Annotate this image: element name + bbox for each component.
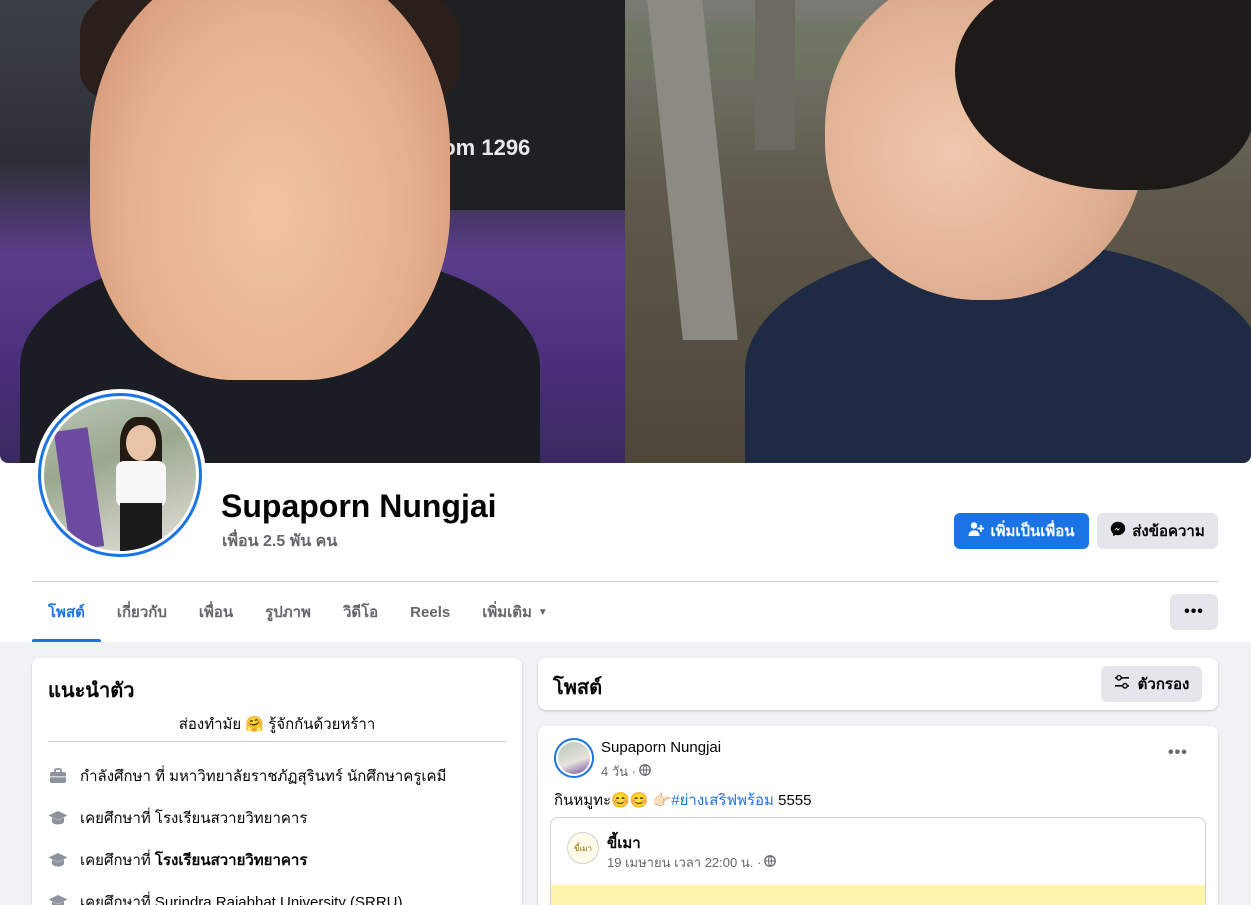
- intro-item-education: เคยศึกษาที่ โรงเรียนสวายวิทยาคาร: [48, 806, 307, 830]
- profile-tabs: โพสต์ เกี่ยวกับ เพื่อน รูปภาพ วิดีโอ Ree…: [32, 582, 564, 642]
- posts-title: โพสต์: [553, 677, 603, 699]
- tab-photos[interactable]: รูปภาพ: [249, 582, 327, 642]
- graduation-cap-icon: [48, 892, 68, 905]
- filter-icon: [1114, 674, 1130, 694]
- intro-bio: ส่องทำมัย 🤗 รู้จักกันด้วยหร้าา: [178, 716, 376, 733]
- more-dots-icon: •••: [1184, 603, 1204, 620]
- shared-page-avatar[interactable]: ขี้เมา: [567, 832, 599, 864]
- posts-header-card: โพสต์ ตัวกรอง: [538, 658, 1218, 710]
- globe-icon: [764, 855, 777, 870]
- school-link[interactable]: Surindra Rajabhat University (SRRU): [155, 894, 403, 905]
- message-label: ส่งข้อความ: [1132, 523, 1205, 540]
- profile-header: com 1296 Supaporn Nungjai เพื่อน 2.5 พัน…: [0, 0, 1251, 642]
- shared-post[interactable]: ขี้เมา ขี้เมา 19 เมษายน เวลา 22:00 น. ·: [550, 817, 1206, 905]
- filter-button[interactable]: ตัวกรอง: [1101, 666, 1202, 702]
- intro-divider: [48, 741, 506, 742]
- briefcase-icon: [48, 766, 68, 786]
- intro-item-work: กำลังศึกษา ที่ มหาวิทยาลัยราชภัฏสุรินทร์…: [48, 764, 446, 788]
- messenger-icon: [1110, 521, 1126, 541]
- cover-photo[interactable]: com 1296: [0, 0, 1251, 463]
- add-friend-label: เพิ่มเป็นเพื่อน: [990, 523, 1075, 540]
- message-button[interactable]: ส่งข้อความ: [1097, 513, 1218, 549]
- intro-item-education: เคยศึกษาที่ โรงเรียนสวายวิทยาคาร: [48, 848, 307, 872]
- globe-icon: [639, 764, 651, 779]
- shared-post-image[interactable]: [551, 885, 1205, 905]
- profile-avatar[interactable]: [34, 389, 206, 561]
- add-friend-button[interactable]: เพิ่มเป็นเพื่อน: [954, 513, 1089, 549]
- cover-photo-right: [625, 0, 1251, 463]
- tab-reels[interactable]: Reels: [394, 582, 466, 642]
- tab-friends[interactable]: เพื่อน: [183, 582, 249, 642]
- graduation-cap-icon: [48, 808, 68, 828]
- shared-post-meta: 19 เมษายน เวลา 22:00 น. ·: [607, 852, 777, 873]
- filter-label: ตัวกรอง: [1137, 676, 1190, 693]
- intro-card: แนะนำตัว ส่องทำมัย 🤗 รู้จักกันด้วยหร้าา …: [32, 658, 522, 905]
- graduation-cap-icon: [48, 850, 68, 870]
- school-link[interactable]: โรงเรียนสวายวิทยาคาร: [155, 810, 308, 827]
- post-card: Supaporn Nungjai 4 วัน · ••• กินหมูทะ😊😊 …: [538, 726, 1218, 905]
- add-person-icon: [968, 521, 985, 541]
- post-options-button[interactable]: •••: [1168, 744, 1188, 762]
- intro-item-education: เคยศึกษาที่ Surindra Rajabhat University…: [48, 890, 403, 905]
- tab-videos[interactable]: วิดีโอ: [327, 582, 394, 642]
- post-meta: 4 วัน ·: [601, 761, 651, 782]
- post-timestamp[interactable]: 4 วัน ·: [601, 761, 636, 782]
- profile-name: Supaporn Nungjai: [221, 488, 497, 524]
- friend-count[interactable]: เพื่อน 2.5 พัน คน: [222, 529, 337, 554]
- more-options-button[interactable]: •••: [1170, 594, 1218, 630]
- school-link[interactable]: โรงเรียนสวายวิทยาคาร: [155, 852, 308, 869]
- caret-down-icon: ▼: [537, 606, 548, 618]
- intro-title: แนะนำตัว: [48, 680, 135, 702]
- hashtag-link[interactable]: #ย่างเสริฟพร้อม: [671, 792, 774, 809]
- post-author-name[interactable]: Supaporn Nungjai: [601, 739, 721, 756]
- car-background: [440, 0, 625, 210]
- shared-post-timestamp[interactable]: 19 เมษายน เวลา 22:00 น. ·: [607, 852, 761, 873]
- post-author-avatar[interactable]: [554, 738, 594, 778]
- tab-posts[interactable]: โพสต์: [32, 582, 101, 642]
- post-text: กินหมูทะ😊😊 👉🏻#ย่างเสริฟพร้อม 5555: [554, 792, 812, 809]
- tab-more[interactable]: เพิ่มเติม ▼: [466, 582, 564, 642]
- profile-photo: [44, 399, 196, 551]
- tab-about[interactable]: เกี่ยวกับ: [101, 582, 183, 642]
